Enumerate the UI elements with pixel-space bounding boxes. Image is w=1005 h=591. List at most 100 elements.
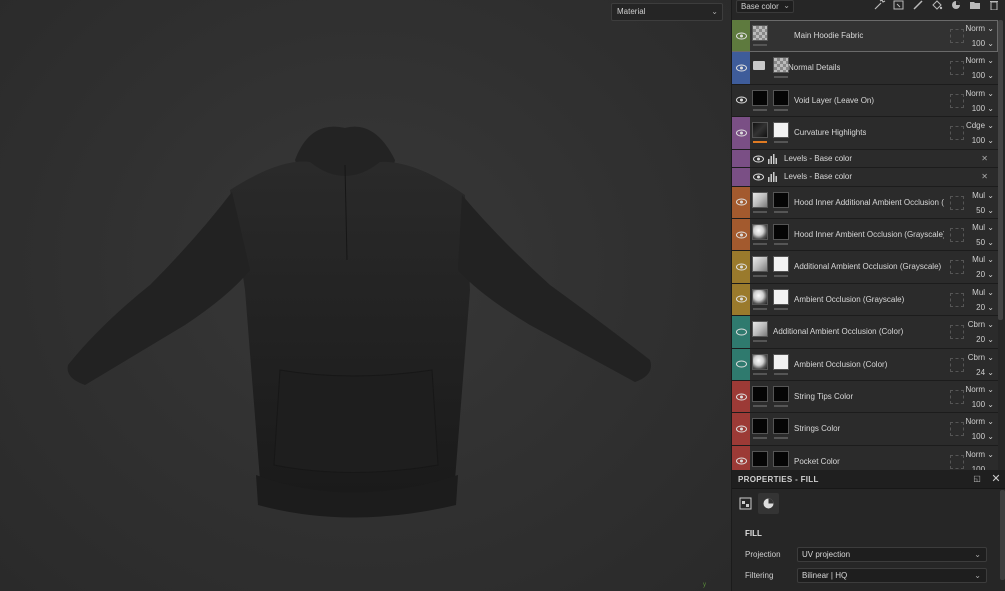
eye-icon[interactable] [753, 154, 764, 164]
opacity-field[interactable]: 100 ⌄ [972, 136, 994, 145]
close-icon[interactable]: ✕ [981, 150, 988, 168]
layer-row[interactable]: Ambient Occlusion (Grayscale) Mul ⌄ 20 ⌄ [732, 283, 998, 317]
layer-row[interactable]: Additional Ambient Occlusion (Color) Cbr… [732, 316, 998, 349]
layer-mask-thumbnail[interactable] [773, 418, 789, 435]
layer-row[interactable]: Strings Color Norm ⌄ 100 ⌄ [732, 413, 998, 446]
eye-icon[interactable] [736, 128, 747, 138]
blend-mode-select[interactable]: Cbrn ⌄ [968, 320, 994, 329]
blend-mode-select[interactable]: Mul ⌄ [972, 255, 994, 264]
layer-panel-scrollbar[interactable] [998, 20, 1003, 320]
mask-slot[interactable] [950, 292, 964, 307]
layer-mask-thumbnail[interactable] [773, 191, 789, 208]
eye-icon[interactable] [753, 172, 764, 182]
3d-viewport[interactable]: Material ⌄ y [0, 0, 731, 591]
layer-row[interactable]: Hood Inner Ambient Occlusion (Grayscale)… [732, 218, 998, 252]
layer-name[interactable]: Main Hoodie Fabric [794, 20, 863, 51]
opacity-field[interactable]: 100 ⌄ [972, 432, 994, 441]
layer-name[interactable]: Pocket Color [794, 446, 840, 470]
layer-mask-thumbnail[interactable] [773, 256, 789, 273]
tab-fill-settings[interactable] [735, 493, 756, 514]
eye-icon[interactable] [736, 197, 747, 207]
mask-slot[interactable] [950, 195, 964, 210]
close-icon[interactable]: ✕ [981, 168, 988, 186]
opacity-field[interactable]: 100 ⌄ [972, 400, 994, 409]
blend-mode-select[interactable]: Mul ⌄ [972, 288, 994, 297]
eye-icon[interactable] [736, 294, 747, 304]
layer-mask-thumbnail[interactable] [773, 89, 789, 106]
mask-slot[interactable] [950, 260, 964, 275]
maximize-icon[interactable]: ◱ [972, 474, 982, 484]
layer-name[interactable]: Strings Color [794, 413, 840, 444]
layer-mask-thumbnail[interactable] [773, 353, 789, 370]
layer-mask-thumbnail[interactable] [773, 122, 789, 139]
effect-name[interactable]: Levels - Base color [784, 150, 852, 168]
blend-mode-select[interactable]: Norm ⌄ [966, 56, 995, 65]
layer-row[interactable]: Void Layer (Leave On) Norm ⌄ 100 ⌄ [732, 84, 998, 118]
mask-slot[interactable] [950, 389, 964, 404]
effect-name[interactable]: Levels - Base color [784, 168, 852, 186]
layer-name[interactable]: Hood Inner Ambient Occlusion (Grayscale) [794, 219, 944, 250]
blend-mode-select[interactable]: Norm ⌄ [966, 89, 995, 98]
properties-scrollbar[interactable] [1000, 490, 1005, 580]
opacity-field[interactable]: 100 ⌄ [972, 39, 994, 48]
eye-icon[interactable] [736, 424, 747, 434]
layer-row[interactable]: Normal Details Norm ⌄ 100 ⌄ [732, 52, 998, 85]
tab-material[interactable] [758, 493, 779, 514]
eye-icon[interactable] [736, 456, 747, 466]
add-smart-material-icon[interactable] [949, 0, 963, 12]
layer-row[interactable]: Pocket Color Norm ⌄ 100 ⌄ [732, 445, 998, 470]
eye-icon[interactable] [736, 230, 747, 240]
eye-icon[interactable] [736, 262, 747, 272]
layer-name[interactable]: Ambient Occlusion (Grayscale) [794, 284, 904, 315]
viewport-mode-select[interactable]: Material ⌄ [611, 3, 723, 21]
layer-mask-thumbnail[interactable] [773, 450, 789, 467]
projection-select[interactable]: UV projection ⌄ [797, 547, 987, 562]
add-folder-icon[interactable] [968, 0, 982, 12]
add-mask-icon[interactable] [892, 0, 906, 12]
eye-icon[interactable] [736, 392, 747, 402]
blend-mode-select[interactable]: Mul ⌄ [972, 191, 994, 200]
eye-icon[interactable] [736, 95, 747, 105]
eye-closed-icon[interactable] [736, 327, 747, 337]
layer-name[interactable]: Ambient Occlusion (Color) [794, 349, 887, 380]
close-icon[interactable]: ✕ [990, 473, 1002, 485]
mask-slot[interactable] [950, 29, 964, 43]
opacity-field[interactable]: 100 ⌄ [972, 71, 994, 80]
layer-name[interactable]: Hood Inner Additional Ambient Occlusion … [794, 187, 944, 218]
layer-name[interactable]: Additional Ambient Occlusion (Color) [773, 316, 903, 347]
mask-slot[interactable] [950, 227, 964, 242]
layer-name[interactable]: Void Layer (Leave On) [794, 85, 874, 116]
mask-slot[interactable] [950, 454, 964, 469]
opacity-field[interactable]: 20 ⌄ [976, 270, 994, 279]
blend-mode-select[interactable]: Norm ⌄ [966, 417, 995, 426]
layer-row[interactable]: Ambient Occlusion (Color) Cbrn ⌄ 24 ⌄ [732, 348, 998, 381]
mask-slot[interactable] [950, 357, 964, 372]
opacity-field[interactable]: 100 ⌄ [972, 104, 994, 113]
blend-mode-select[interactable]: Cbrn ⌄ [968, 353, 994, 362]
layer-mask-thumbnail[interactable] [773, 223, 789, 240]
layer-name[interactable]: String Tips Color [794, 381, 853, 412]
eye-icon[interactable] [736, 31, 747, 41]
add-paint-layer-icon[interactable] [911, 0, 925, 12]
blend-mode-select[interactable]: Norm ⌄ [966, 24, 995, 33]
opacity-field[interactable]: 50 ⌄ [976, 238, 994, 247]
blend-mode-select[interactable]: Cdge ⌄ [966, 121, 994, 130]
layer-row[interactable]: String Tips Color Norm ⌄ 100 ⌄ [732, 380, 998, 414]
mask-slot[interactable] [950, 126, 964, 141]
layer-row[interactable]: Hood Inner Additional Ambient Occlusion … [732, 186, 998, 219]
layer-name[interactable]: Additional Ambient Occlusion (Grayscale) [794, 251, 941, 282]
channel-select[interactable]: Base color ⌄ [736, 0, 794, 13]
opacity-field[interactable]: 20 ⌄ [976, 335, 994, 344]
effect-row[interactable]: Levels - Base color ✕ [732, 149, 998, 169]
eye-icon[interactable] [736, 63, 747, 73]
layer-mask-thumbnail[interactable] [773, 385, 789, 402]
mask-slot[interactable] [950, 93, 964, 108]
blend-mode-select[interactable]: Norm ⌄ [966, 450, 995, 459]
layer-mask-thumbnail[interactable] [773, 288, 789, 305]
filtering-select[interactable]: Bilinear | HQ ⌄ [797, 568, 987, 583]
blend-mode-select[interactable]: Mul ⌄ [972, 223, 994, 232]
opacity-field[interactable]: 24 ⌄ [976, 368, 994, 377]
delete-layer-icon[interactable] [987, 0, 1001, 12]
layer-name[interactable]: Normal Details [788, 52, 840, 83]
add-effect-icon[interactable] [873, 0, 887, 12]
